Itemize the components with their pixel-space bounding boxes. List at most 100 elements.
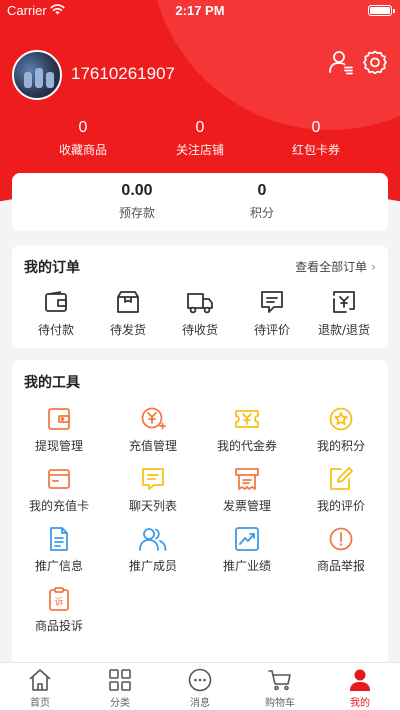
report-icon [329, 527, 353, 551]
stat-followed-stores[interactable]: 0 关注店铺 [140, 118, 260, 158]
stat-label: 关注店铺 [175, 143, 224, 157]
orders-title: 我的订单 [24, 260, 80, 276]
tool-label: 聊天列表 [128, 499, 177, 513]
stat-coupons[interactable]: 0 红包卡券 [256, 118, 376, 158]
orders-card: 我的订单 查看全部订单 › 待付款 待发货 待收货 待评价 退款/退货 [12, 245, 388, 348]
points-icon [329, 407, 353, 431]
promo-performance-icon [235, 527, 259, 551]
view-all-orders-link[interactable]: 查看全部订单 › [295, 258, 376, 275]
invoice-icon [235, 468, 259, 490]
svg-text:诉: 诉 [54, 596, 63, 608]
tool-report-goods[interactable]: 商品举报 [294, 526, 388, 574]
promo-info-icon [50, 527, 68, 551]
complaint-icon: 诉 [49, 587, 69, 611]
voucher-icon [235, 410, 259, 428]
cart-icon [268, 670, 291, 691]
status-bar: Carrier 2:17 PM [0, 0, 400, 22]
tool-label: 我的代金券 [216, 439, 277, 453]
account-settings-icon[interactable] [328, 49, 354, 75]
review-icon [330, 467, 353, 490]
wallet-icon [45, 291, 67, 312]
tool-withdraw[interactable]: 提现管理 [12, 406, 106, 454]
order-label: 退款/退货 [317, 323, 371, 337]
order-label: 待发货 [109, 323, 146, 337]
withdraw-icon [48, 408, 70, 430]
home-icon [29, 669, 51, 691]
stat-value: 0 [311, 119, 321, 136]
tab-home[interactable]: 首页 [0, 668, 80, 709]
tab-bar: 首页 分类 消息 购物车 我的 [0, 662, 400, 710]
promo-members-icon [139, 528, 167, 551]
tool-recharge[interactable]: 充值管理 [106, 406, 200, 454]
order-pending-shipment[interactable]: 待发货 [90, 289, 166, 338]
tool-points[interactable]: 我的积分 [294, 406, 388, 454]
tool-label: 发票管理 [222, 499, 271, 513]
tool-label: 我的充值卡 [28, 499, 89, 513]
stats-row: 0 收藏商品 0 关注店铺 0 红包卡券 [0, 118, 400, 162]
message-icon [188, 668, 212, 692]
battery-icon [368, 5, 395, 16]
balance-card: 0.00 预存款 0 积分 [12, 173, 388, 231]
tools-card: 我的工具 提现管理 充值管理 我的代金券 我的积分 我的充值卡 聊天列表 发票管… [12, 360, 388, 665]
balance-value: 0 [257, 182, 267, 199]
balance-prepaid[interactable]: 0.00 预存款 [77, 182, 197, 221]
chat-list-icon [142, 468, 164, 490]
tool-label: 推广业绩 [222, 559, 271, 573]
tools-title: 我的工具 [24, 375, 80, 391]
tab-label: 分类 [110, 698, 130, 709]
comment-icon [261, 291, 283, 313]
chevron-right-icon: › [371, 260, 376, 274]
stat-value: 0 [195, 119, 205, 136]
tool-invoice[interactable]: 发票管理 [200, 466, 294, 514]
truck-icon [187, 293, 213, 314]
recharge-card-icon [48, 469, 70, 489]
order-pending-review[interactable]: 待评价 [234, 289, 310, 338]
tool-label: 我的评价 [316, 499, 365, 513]
tool-complaint[interactable]: 诉 商品投诉 [12, 586, 106, 634]
tool-chat-list[interactable]: 聊天列表 [106, 466, 200, 514]
tab-label: 我的 [350, 698, 370, 709]
order-pending-receipt[interactable]: 待收货 [162, 289, 238, 338]
balance-points[interactable]: 0 积分 [202, 182, 322, 221]
tool-label: 我的积分 [316, 439, 365, 453]
tool-promo-performance[interactable]: 推广业绩 [200, 526, 294, 574]
tab-messages[interactable]: 消息 [160, 668, 240, 709]
settings-icon[interactable] [362, 49, 388, 75]
stat-label: 红包卡券 [291, 143, 340, 157]
tool-my-reviews[interactable]: 我的评价 [294, 466, 388, 514]
tab-label: 购物车 [265, 698, 295, 709]
tool-promo-info[interactable]: 推广信息 [12, 526, 106, 574]
tool-label: 商品举报 [316, 559, 365, 573]
tool-label: 推广信息 [34, 559, 83, 573]
tool-promo-members[interactable]: 推广成员 [106, 526, 200, 574]
balance-value: 0.00 [121, 182, 153, 199]
balance-label: 预存款 [118, 206, 155, 220]
order-pending-payment[interactable]: 待付款 [18, 289, 94, 338]
stat-favorite-goods[interactable]: 0 收藏商品 [23, 118, 143, 158]
balance-label: 积分 [249, 206, 274, 220]
stat-value: 0 [78, 119, 88, 136]
tab-category[interactable]: 分类 [80, 668, 160, 709]
view-all-label: 查看全部订单 [295, 260, 368, 274]
recharge-icon [141, 407, 166, 430]
refund-icon [333, 291, 355, 313]
tool-label: 充值管理 [128, 439, 177, 453]
tool-label: 商品投诉 [34, 619, 83, 633]
status-time: 2:17 PM [175, 3, 225, 18]
tool-label: 推广成员 [128, 559, 177, 573]
order-label: 待评价 [253, 323, 290, 337]
category-icon [109, 669, 131, 691]
order-label: 待付款 [37, 323, 74, 337]
tool-recharge-card[interactable]: 我的充值卡 [12, 466, 106, 514]
tab-cart[interactable]: 购物车 [240, 668, 320, 709]
order-label: 待收货 [181, 323, 218, 337]
tab-mine[interactable]: 我的 [320, 668, 400, 709]
avatar[interactable] [12, 50, 62, 100]
username[interactable]: 17610261907 [71, 64, 175, 84]
stat-label: 收藏商品 [58, 143, 107, 157]
tab-label: 首页 [30, 698, 50, 709]
tool-voucher[interactable]: 我的代金券 [200, 406, 294, 454]
order-refund-return[interactable]: 退款/退货 [306, 289, 382, 338]
tab-label: 消息 [190, 698, 210, 709]
tool-label: 提现管理 [34, 439, 83, 453]
